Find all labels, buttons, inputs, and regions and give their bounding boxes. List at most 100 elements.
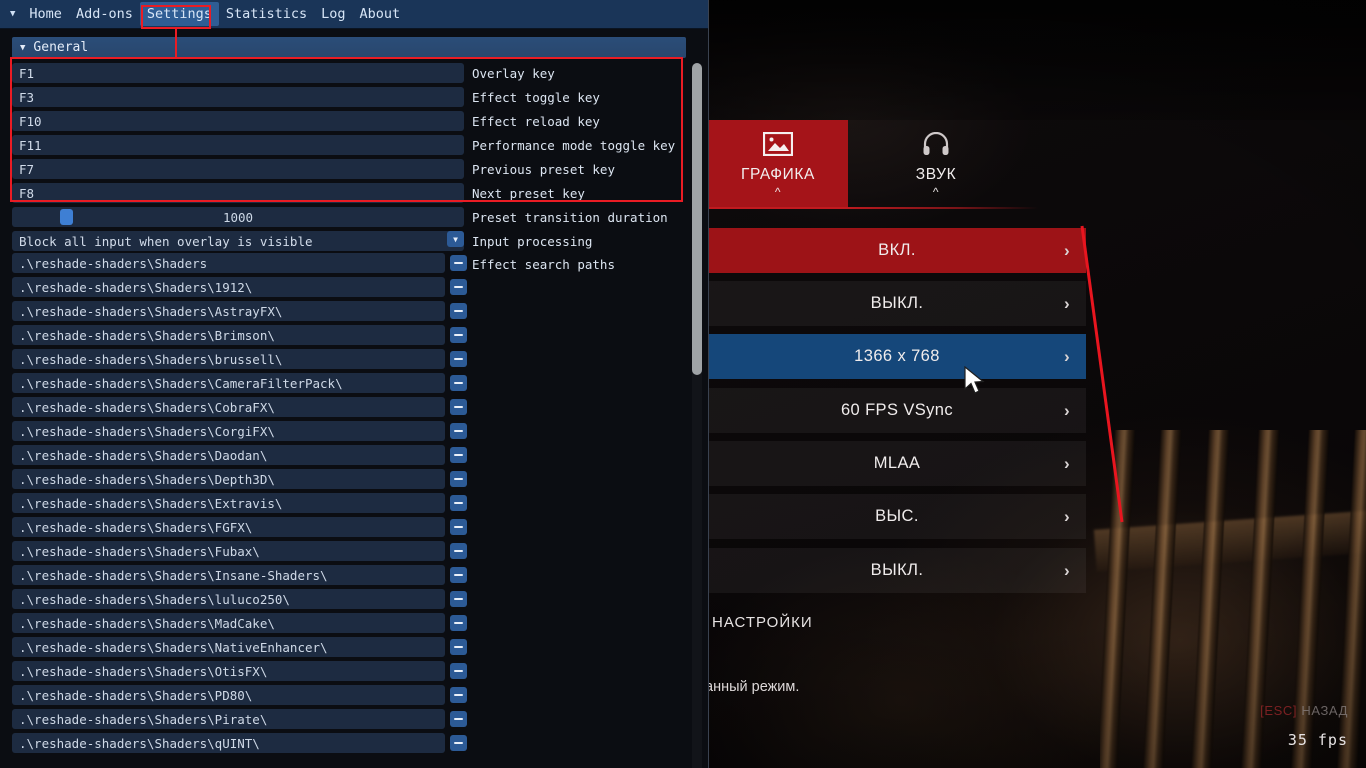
search-path-row-14: .\reshade-shaders\Shaders\luluco250\: [0, 589, 708, 613]
input-processing-combo[interactable]: Block all input when overlay is visible: [12, 231, 464, 251]
back-hint[interactable]: [ESC] НАЗАД: [1260, 703, 1348, 718]
effect-reload-key-input[interactable]: F10: [12, 111, 464, 131]
minus-icon[interactable]: [450, 519, 467, 535]
search-path-row-5: .\reshade-shaders\Shaders\CameraFilterPa…: [0, 373, 708, 397]
search-path-input-16[interactable]: .\reshade-shaders\Shaders\NativeEnhancer…: [12, 637, 445, 657]
setting-row-next-preset-key: F8 Next preset key: [0, 181, 708, 205]
minus-icon[interactable]: [450, 543, 467, 559]
effect-search-paths-label: Effect search paths: [472, 257, 615, 272]
search-path-row-10: .\reshade-shaders\Shaders\Extravis\: [0, 493, 708, 517]
search-path-input-17[interactable]: .\reshade-shaders\Shaders\OtisFX\: [12, 661, 445, 681]
minus-icon[interactable]: [450, 447, 467, 463]
minus-icon[interactable]: [450, 687, 467, 703]
reshade-settings-panel: ▼ General F1 Overlay key F3 Effect toggl…: [0, 29, 708, 768]
search-path-row-13: .\reshade-shaders\Shaders\Insane-Shaders…: [0, 565, 708, 589]
tab-sound-label: ЗВУК: [915, 166, 957, 183]
panel-scrollbar-thumb[interactable]: [692, 63, 702, 375]
minus-icon[interactable]: [450, 615, 467, 631]
minus-icon[interactable]: [450, 303, 467, 319]
overlay-key-input[interactable]: F1: [12, 63, 464, 83]
chevron-right-icon: ›: [1063, 453, 1070, 473]
option-row-4-label: 60 FPS VSync: [840, 401, 954, 419]
search-path-input-14[interactable]: .\reshade-shaders\Shaders\luluco250\: [12, 589, 445, 609]
option-row-5[interactable]: MLAA ›: [708, 441, 1086, 486]
search-path-input-9[interactable]: .\reshade-shaders\Shaders\Depth3D\: [12, 469, 445, 489]
search-path-input-0[interactable]: .\reshade-shaders\Shaders: [12, 253, 445, 273]
chevron-right-icon: ›: [1063, 560, 1070, 580]
menu-item-addons[interactable]: Add-ons: [69, 2, 140, 26]
chevron-right-icon: ›: [1063, 240, 1070, 260]
panel-scrollbar[interactable]: [692, 63, 702, 768]
minus-icon[interactable]: [450, 279, 467, 295]
menu-item-log[interactable]: Log: [314, 2, 352, 26]
option-row-4[interactable]: 60 FPS VSync ›: [708, 388, 1086, 433]
option-row-6-label: ВЫС.: [875, 507, 919, 525]
setting-row-effect-reload-key: F10 Effect reload key: [0, 109, 708, 133]
search-path-input-6[interactable]: .\reshade-shaders\Shaders\CobraFX\: [12, 397, 445, 417]
tab-graphics[interactable]: ГРАФИКА ^: [708, 120, 848, 208]
option-row-6[interactable]: ВЫС. ›: [708, 494, 1086, 539]
minus-icon[interactable]: [450, 327, 467, 343]
search-path-input-8[interactable]: .\reshade-shaders\Shaders\Daodan\: [12, 445, 445, 465]
minus-icon[interactable]: [450, 423, 467, 439]
game-option-list: ВКЛ. › ВЫКЛ. › 1366 x 768 › 60 FPS VSync…: [708, 228, 1128, 596]
search-path-input-2[interactable]: .\reshade-shaders\Shaders\AstrayFX\: [12, 301, 445, 321]
search-path-input-10[interactable]: .\reshade-shaders\Shaders\Extravis\: [12, 493, 445, 513]
option-row-3[interactable]: 1366 x 768 ›: [708, 334, 1086, 379]
minus-icon[interactable]: [450, 351, 467, 367]
search-path-input-18[interactable]: .\reshade-shaders\Shaders\PD80\: [12, 685, 445, 705]
search-path-input-4[interactable]: .\reshade-shaders\Shaders\brussell\: [12, 349, 445, 369]
tab-sound[interactable]: ЗВУК ^: [866, 120, 1006, 208]
option-row-2[interactable]: ВЫКЛ. ›: [708, 281, 1086, 326]
search-path-row-0: .\reshade-shaders\Shaders Effect search …: [0, 253, 708, 277]
minus-icon[interactable]: [450, 663, 467, 679]
section-header-general[interactable]: ▼ General: [12, 37, 686, 58]
chevron-down-icon[interactable]: ▼: [447, 231, 464, 247]
slider-handle[interactable]: [60, 209, 73, 225]
search-path-input-3[interactable]: .\reshade-shaders\Shaders\Brimson\: [12, 325, 445, 345]
effect-toggle-key-input[interactable]: F3: [12, 87, 464, 107]
chevron-down-icon[interactable]: ▼: [10, 9, 15, 19]
minus-icon[interactable]: [450, 399, 467, 415]
headphones-icon: [921, 131, 951, 161]
effect-toggle-key-label: Effect toggle key: [472, 89, 600, 105]
search-path-input-11[interactable]: .\reshade-shaders\Shaders\FGFX\: [12, 517, 445, 537]
menu-item-statistics[interactable]: Statistics: [219, 2, 314, 26]
search-path-input-1[interactable]: .\reshade-shaders\Shaders\1912\: [12, 277, 445, 297]
next-preset-key-input[interactable]: F8: [12, 183, 464, 203]
search-path-input-13[interactable]: .\reshade-shaders\Shaders\Insane-Shaders…: [12, 565, 445, 585]
minus-icon[interactable]: [450, 567, 467, 583]
search-path-row-4: .\reshade-shaders\Shaders\brussell\: [0, 349, 708, 373]
image-icon: [762, 131, 794, 161]
minus-icon[interactable]: [450, 495, 467, 511]
setting-row-input-processing: Block all input when overlay is visible …: [0, 229, 708, 253]
option-row-1[interactable]: ВКЛ. ›: [708, 228, 1086, 273]
esc-key-label: [ESC]: [1260, 703, 1298, 718]
search-path-input-19[interactable]: .\reshade-shaders\Shaders\Pirate\: [12, 709, 445, 729]
minus-icon[interactable]: [450, 255, 467, 271]
preset-transition-slider[interactable]: 1000: [12, 207, 464, 227]
previous-preset-key-input[interactable]: F7: [12, 159, 464, 179]
chevron-right-icon: ›: [1063, 346, 1070, 366]
option-row-7-label: ВЫКЛ.: [870, 561, 924, 579]
option-row-7[interactable]: ВЫКЛ. ›: [708, 548, 1086, 593]
search-path-input-20[interactable]: .\reshade-shaders\Shaders\qUINT\: [12, 733, 445, 753]
menu-item-settings[interactable]: Settings: [139, 2, 219, 26]
setting-row-overlay-key: F1 Overlay key: [0, 61, 708, 85]
overlay-key-label: Overlay key: [472, 65, 555, 81]
minus-icon[interactable]: [450, 735, 467, 751]
search-path-input-15[interactable]: .\reshade-shaders\Shaders\MadCake\: [12, 613, 445, 633]
minus-icon[interactable]: [450, 591, 467, 607]
minus-icon[interactable]: [450, 471, 467, 487]
minus-icon[interactable]: [450, 375, 467, 391]
tab-underline: [708, 207, 1038, 209]
search-path-input-7[interactable]: .\reshade-shaders\Shaders\CorgiFX\: [12, 421, 445, 441]
menu-item-home[interactable]: Home: [22, 2, 69, 26]
minus-icon[interactable]: [450, 711, 467, 727]
minus-icon[interactable]: [450, 639, 467, 655]
search-path-input-12[interactable]: .\reshade-shaders\Shaders\Fubax\: [12, 541, 445, 561]
search-path-input-5[interactable]: .\reshade-shaders\Shaders\CameraFilterPa…: [12, 373, 445, 393]
performance-mode-key-input[interactable]: F11: [12, 135, 464, 155]
search-path-row-2: .\reshade-shaders\Shaders\AstrayFX\: [0, 301, 708, 325]
menu-item-about[interactable]: About: [353, 2, 408, 26]
